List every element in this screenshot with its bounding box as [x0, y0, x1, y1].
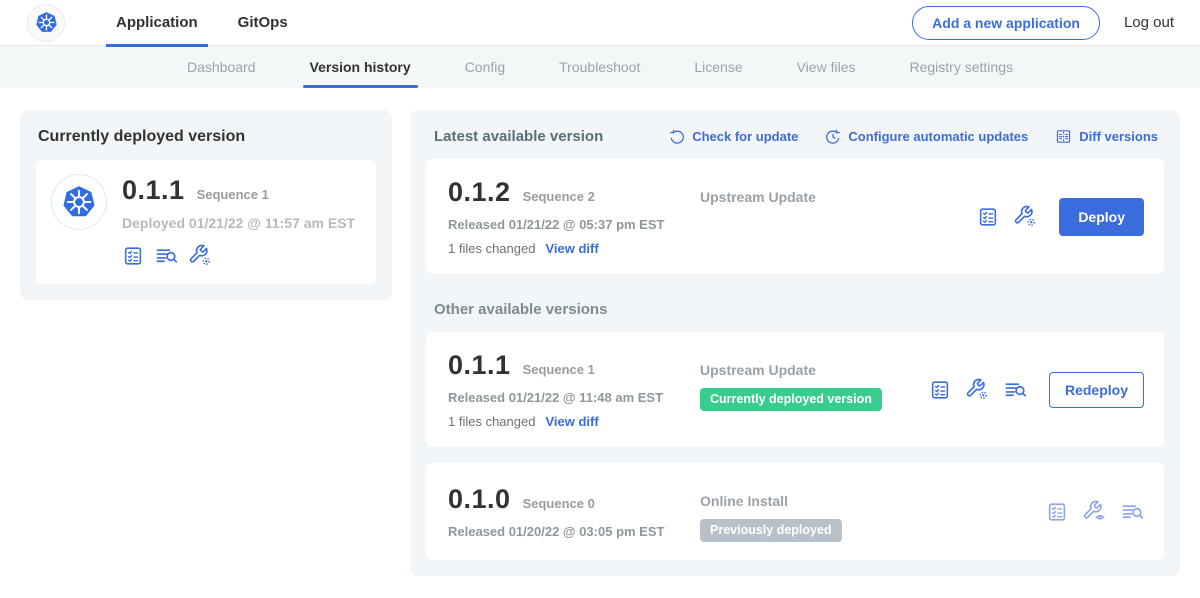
- version-actions: Check for update Configure automatic upd…: [669, 128, 1158, 145]
- deployed-card-title: Currently deployed version: [38, 128, 374, 146]
- deployed-timestamp: Deployed 01/21/22 @ 11:57 am EST: [122, 215, 355, 231]
- released-timestamp: Released 01/21/22 @ 05:37 pm EST: [448, 217, 700, 232]
- latest-available-header: Latest available version Check for updat…: [434, 128, 1158, 145]
- deployed-version-info: 0.1.1 Sequence 1 Deployed 01/21/22 @ 11:…: [122, 175, 355, 267]
- subnav-version-history[interactable]: Version history: [283, 46, 438, 88]
- files-changed: 1 files changed: [448, 414, 535, 429]
- version-sequence: Sequence 1: [523, 362, 595, 377]
- auto-update-icon: [825, 129, 841, 145]
- version-number: 0.1.2: [448, 177, 511, 208]
- refresh-icon: [669, 129, 685, 145]
- view-diff-icon[interactable]: [155, 244, 178, 267]
- configure-automatic-updates-link[interactable]: Configure automatic updates: [825, 129, 1028, 145]
- other-versions-title: Other available versions: [434, 301, 1156, 318]
- add-application-button[interactable]: Add a new application: [912, 6, 1100, 40]
- redeploy-button[interactable]: Redeploy: [1049, 372, 1144, 408]
- subnav-registry-settings[interactable]: Registry settings: [883, 46, 1040, 88]
- version-actions: Deploy: [977, 198, 1148, 236]
- main-content: Currently deployed version 0.1.1 Sequenc…: [0, 88, 1200, 598]
- deploy-button[interactable]: Deploy: [1059, 198, 1144, 236]
- deployed-actions: [122, 244, 355, 267]
- tab-application-label: Application: [116, 14, 198, 31]
- view-diff-link[interactable]: View diff: [545, 414, 598, 429]
- tab-gitops-label: GitOps: [238, 14, 288, 31]
- deployed-version-number: 0.1.1: [122, 175, 185, 206]
- version-source: Online Install Previously deployed: [700, 481, 1046, 542]
- released-timestamp: Released 01/21/22 @ 11:48 am EST: [448, 390, 700, 405]
- previously-deployed-badge: Previously deployed: [700, 519, 842, 542]
- released-timestamp: Released 01/20/22 @ 03:05 pm EST: [448, 524, 700, 539]
- logout-link[interactable]: Log out: [1124, 14, 1174, 31]
- check-for-update-link[interactable]: Check for update: [669, 129, 798, 145]
- release-notes-icon[interactable]: [929, 379, 951, 401]
- subnav-license[interactable]: License: [667, 46, 769, 88]
- top-header: Application GitOps Add a new application…: [0, 0, 1200, 46]
- edit-config-icon[interactable]: [189, 244, 212, 267]
- tab-gitops[interactable]: GitOps: [218, 0, 308, 46]
- diff-versions-icon: [1055, 128, 1072, 145]
- source-label: Online Install: [700, 493, 1046, 509]
- version-actions: Redeploy: [929, 372, 1148, 408]
- version-history-card: Latest available version Check for updat…: [410, 110, 1180, 576]
- currently-deployed-badge: Currently deployed version: [700, 388, 882, 411]
- subnav-troubleshoot[interactable]: Troubleshoot: [532, 46, 667, 88]
- files-changed: 1 files changed: [448, 241, 535, 256]
- view-diff-icon[interactable]: [1004, 378, 1027, 401]
- version-info: 0.1.2 Sequence 2 Released 01/21/22 @ 05:…: [448, 177, 700, 256]
- app-icon: [52, 175, 106, 229]
- release-notes-icon[interactable]: [977, 206, 999, 228]
- version-sequence: Sequence 2: [523, 189, 595, 204]
- latest-available-title: Latest available version: [434, 128, 603, 145]
- top-tabs: Application GitOps: [96, 0, 308, 46]
- subnav-config[interactable]: Config: [438, 46, 532, 88]
- source-label: Upstream Update: [700, 189, 977, 205]
- version-actions: [1046, 500, 1148, 523]
- version-number: 0.1.0: [448, 484, 511, 515]
- version-info: 0.1.0 Sequence 0 Released 01/20/22 @ 03:…: [448, 484, 700, 539]
- version-row-0-1-2: 0.1.2 Sequence 2 Released 01/21/22 @ 05:…: [426, 159, 1164, 274]
- deployed-version-card: 0.1.1 Sequence 1 Deployed 01/21/22 @ 11:…: [36, 160, 376, 284]
- header-right: Add a new application Log out: [912, 6, 1200, 40]
- subnav-dashboard[interactable]: Dashboard: [160, 46, 283, 88]
- diff-versions-link[interactable]: Diff versions: [1055, 128, 1158, 145]
- app-subnav: Dashboard Version history Config Trouble…: [0, 46, 1200, 88]
- deployed-sequence: Sequence 1: [197, 187, 269, 202]
- tab-application[interactable]: Application: [96, 0, 218, 46]
- edit-config-icon[interactable]: [1014, 205, 1037, 228]
- version-source: Upstream Update Currently deployed versi…: [700, 350, 929, 429]
- edit-config-icon[interactable]: [966, 378, 989, 401]
- version-row-0-1-0: 0.1.0 Sequence 0 Released 01/20/22 @ 03:…: [426, 463, 1164, 560]
- version-row-0-1-1: 0.1.1 Sequence 1 Released 01/21/22 @ 11:…: [426, 332, 1164, 447]
- version-number: 0.1.1: [448, 350, 511, 381]
- view-diff-icon[interactable]: [1121, 500, 1144, 523]
- currently-deployed-card: Currently deployed version 0.1.1 Sequenc…: [20, 110, 392, 300]
- subnav-view-files[interactable]: View files: [770, 46, 883, 88]
- source-label: Upstream Update: [700, 362, 929, 378]
- view-diff-link[interactable]: View diff: [545, 241, 598, 256]
- release-notes-icon[interactable]: [1046, 501, 1068, 523]
- version-info: 0.1.1 Sequence 1 Released 01/21/22 @ 11:…: [448, 350, 700, 429]
- version-source: Upstream Update: [700, 177, 977, 256]
- kubernetes-logo: [28, 5, 64, 41]
- release-notes-icon[interactable]: [122, 245, 144, 267]
- version-sequence: Sequence 0: [523, 496, 595, 511]
- view-config-icon[interactable]: [1083, 500, 1106, 523]
